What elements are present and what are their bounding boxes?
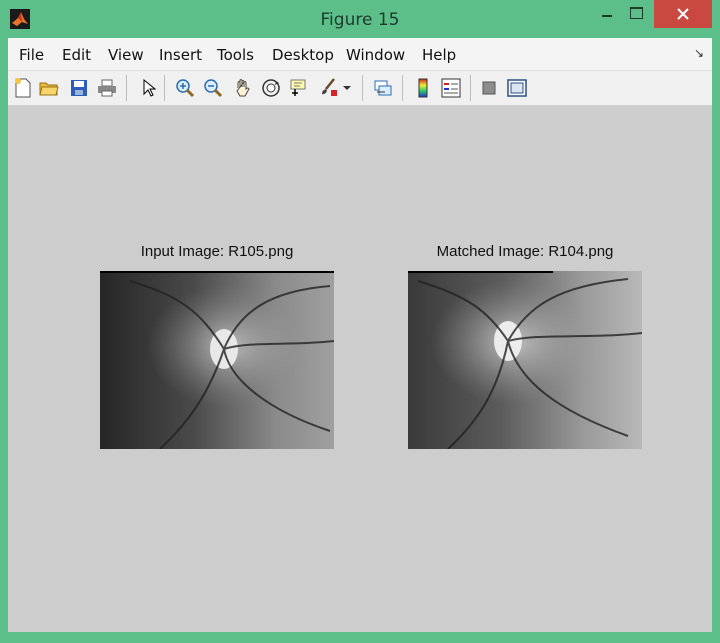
dock-arrow-icon[interactable]: ↘ (694, 46, 704, 60)
minimize-button[interactable] (594, 0, 620, 26)
toolbar-separator (126, 75, 127, 101)
pan-icon[interactable] (232, 77, 254, 99)
menu-window[interactable]: Window (346, 46, 405, 64)
toolbar-separator (470, 75, 471, 101)
menu-view[interactable]: View (108, 46, 144, 64)
toolbar-separator (402, 75, 403, 101)
title-bar[interactable]: Figure 15 (0, 0, 720, 38)
menu-insert[interactable]: Insert (159, 46, 202, 64)
menu-help[interactable]: Help (422, 46, 456, 64)
insert-legend-icon[interactable] (440, 77, 462, 99)
minimize-icon (602, 15, 612, 17)
zoom-in-icon[interactable] (174, 77, 196, 99)
data-cursor-icon[interactable] (288, 77, 310, 99)
print-icon[interactable] (96, 77, 118, 99)
menu-edit[interactable]: Edit (62, 46, 91, 64)
figure-toolbar (8, 71, 712, 106)
figure-canvas[interactable]: Input Image: R105.png Matched Image: R10… (8, 106, 712, 632)
save-icon[interactable] (68, 77, 90, 99)
link-plot-icon[interactable] (372, 77, 394, 99)
new-figure-icon[interactable] (12, 77, 34, 99)
zoom-out-icon[interactable] (202, 77, 224, 99)
left-image-title: Input Image: R105.png (140, 243, 294, 260)
menu-desktop[interactable]: Desktop (272, 46, 334, 64)
insert-colorbar-icon[interactable] (412, 77, 434, 99)
open-file-icon[interactable] (38, 77, 60, 99)
toolbar-separator (164, 75, 165, 101)
menu-file[interactable]: File (19, 46, 44, 64)
hide-plot-tools-icon[interactable] (478, 77, 500, 99)
input-image[interactable] (100, 271, 334, 449)
menu-tools[interactable]: Tools (217, 46, 254, 64)
brush-icon[interactable] (318, 77, 340, 99)
show-plot-tools-icon[interactable] (506, 77, 528, 99)
rotate-3d-icon[interactable] (260, 77, 282, 99)
toolbar-separator (362, 75, 363, 101)
edit-plot-icon[interactable] (138, 77, 160, 99)
close-icon (677, 8, 689, 20)
right-image-title: Matched Image: R104.png (436, 243, 614, 260)
menu-bar: File Edit View Insert Tools Desktop Wind… (8, 38, 712, 71)
close-button[interactable] (654, 0, 712, 28)
maximize-icon (629, 7, 643, 19)
matched-image[interactable] (408, 271, 642, 449)
brush-dropdown-arrow-icon[interactable] (342, 77, 352, 99)
maximize-button[interactable] (622, 0, 650, 26)
figure-window: Figure 15 File Edit View Insert Tools De… (0, 0, 720, 643)
